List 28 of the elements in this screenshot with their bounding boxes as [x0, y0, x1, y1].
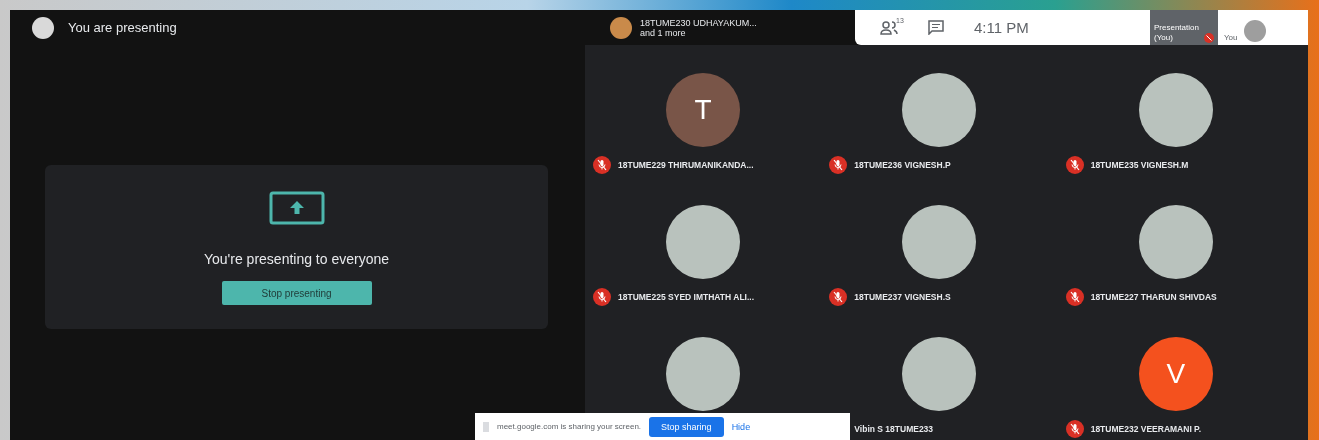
- stop-sharing-button[interactable]: Stop sharing: [649, 416, 724, 437]
- presenter-more: and 1 more: [640, 27, 687, 38]
- drag-handle-icon[interactable]: [483, 421, 489, 432]
- sharing-message: meet.google.com is sharing your screen.: [497, 422, 642, 431]
- people-icon[interactable]: [880, 20, 898, 35]
- avatar-letter: T: [666, 73, 741, 147]
- chat-icon[interactable]: [928, 20, 944, 35]
- participant-name: 18TUME227 THARUN SHIVDAS: [1090, 292, 1217, 302]
- avatar-photo: [610, 16, 632, 39]
- presenting-status: You are presenting: [68, 20, 177, 35]
- participant-name: 18TUME229 THIRUMANIKANDA...: [618, 160, 754, 170]
- hide-link[interactable]: Hide: [731, 421, 751, 432]
- participant-name: 18TUME236 VIGNESH.P: [854, 160, 951, 170]
- presentation-tile[interactable]: Presentation (You): [1150, 10, 1218, 45]
- avatar-photo: [32, 16, 54, 39]
- avatar-photo: [1243, 20, 1266, 42]
- avatar-letter: V: [1138, 337, 1213, 411]
- stop-presenting-button[interactable]: Stop presenting: [221, 281, 372, 305]
- clock-time: 4:11 PM: [974, 19, 1029, 36]
- presenting-message: You're presenting to everyone: [203, 251, 390, 267]
- participant-name: Vibin S 18TUME233: [854, 424, 934, 434]
- screen-upload-icon: [268, 191, 325, 225]
- participant-name: 18TUME225 SYED IMTHATH ALI...: [618, 292, 755, 302]
- presenter-name: 18TUME230 UDHAYAKUM...: [640, 17, 757, 28]
- participant-name: 18TUME235 VIGNESH.M: [1090, 160, 1189, 170]
- participant-name: 18TUME237 VIGNESH.S: [854, 292, 951, 302]
- participant-name: 18TUME232 VEERAMANI P.: [1090, 424, 1202, 434]
- self-tile[interactable]: You: [1218, 10, 1308, 45]
